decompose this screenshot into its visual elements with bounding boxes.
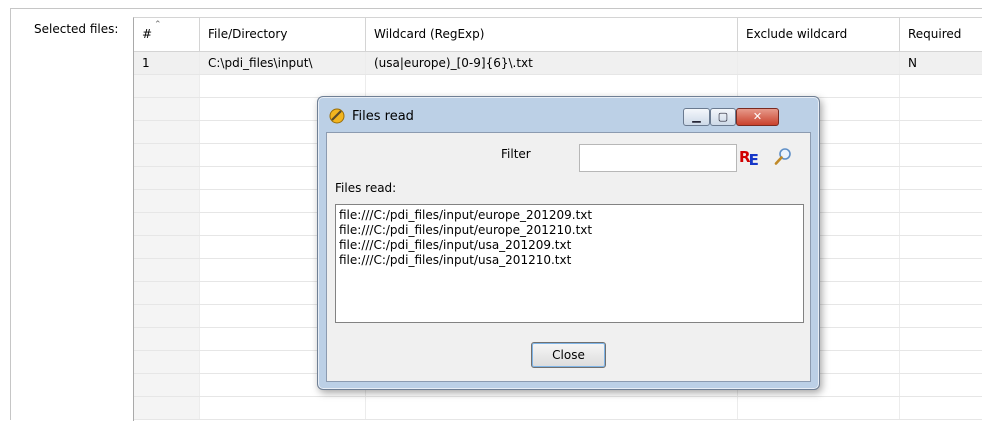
table-row[interactable]: 1 C:\pdi_files\input\ (usa|europe)_[0-9]… — [134, 52, 982, 75]
column-header-wildcard[interactable]: Wildcard (RegExp) — [366, 18, 738, 51]
empty-cell — [900, 328, 982, 350]
column-header-label: Wildcard (RegExp) — [374, 27, 485, 41]
column-header-label: Required — [908, 27, 962, 41]
empty-table-row — [134, 75, 982, 98]
empty-cell — [134, 282, 200, 304]
list-item[interactable]: file:///C:/pdi_files/input/usa_201210.tx… — [339, 253, 803, 268]
filter-label: Filter — [501, 147, 531, 161]
empty-cell — [900, 190, 982, 212]
close-icon: ✕ — [752, 110, 763, 123]
panel-top-border — [10, 8, 982, 9]
list-item[interactable]: file:///C:/pdi_files/input/europe_201209… — [339, 208, 803, 223]
empty-cell — [134, 213, 200, 235]
column-header-exclude-wildcard[interactable]: Exclude wildcard — [738, 18, 900, 51]
empty-cell — [900, 351, 982, 373]
empty-cell — [134, 121, 200, 143]
list-item[interactable]: file:///C:/pdi_files/input/europe_201210… — [339, 223, 803, 238]
empty-cell — [134, 190, 200, 212]
empty-cell — [900, 144, 982, 166]
empty-cell — [366, 75, 738, 97]
empty-cell — [134, 75, 200, 97]
minimize-icon: ▁ — [692, 110, 701, 123]
empty-cell — [900, 305, 982, 327]
regex-icon-e: E — [748, 151, 759, 169]
column-header-label: # — [142, 27, 153, 41]
empty-cell — [134, 144, 200, 166]
file-directory-cell[interactable]: C:\pdi_files\input\ — [200, 52, 366, 74]
empty-cell — [134, 167, 200, 189]
wildcard-cell[interactable]: (usa|europe)_[0-9]{6}\.txt — [366, 52, 738, 74]
empty-cell — [134, 98, 200, 120]
close-window-button[interactable]: ✕ — [736, 108, 779, 126]
column-header-file-directory[interactable]: File/Directory — [200, 18, 366, 51]
empty-cell — [900, 397, 982, 419]
empty-cell — [134, 236, 200, 258]
exclude-wildcard-cell[interactable] — [738, 52, 900, 74]
sort-ascending-icon: ⌃ — [154, 20, 162, 30]
empty-cell — [900, 121, 982, 143]
empty-cell — [134, 259, 200, 281]
files-read-list[interactable]: file:///C:/pdi_files/input/europe_201209… — [335, 204, 804, 323]
minimize-button[interactable]: ▁ — [683, 108, 710, 126]
empty-cell — [200, 75, 366, 97]
selected-files-label: Selected files: — [34, 22, 119, 36]
empty-cell — [900, 259, 982, 281]
spoon-icon — [329, 108, 345, 124]
empty-cell — [366, 397, 738, 419]
empty-cell — [134, 328, 200, 350]
filter-input[interactable] — [579, 144, 737, 172]
files-read-label: Files read: — [335, 181, 397, 195]
empty-cell — [900, 236, 982, 258]
empty-cell — [134, 305, 200, 327]
required-cell[interactable]: N — [900, 52, 982, 74]
empty-cell — [900, 374, 982, 396]
maximize-button[interactable]: ▢ — [710, 108, 736, 126]
empty-cell — [900, 282, 982, 304]
empty-cell — [738, 397, 900, 419]
empty-cell — [200, 397, 366, 419]
empty-cell — [134, 351, 200, 373]
close-button[interactable]: Close — [531, 342, 606, 368]
row-number-cell: 1 — [134, 52, 200, 74]
files-read-dialog[interactable]: Files read ▁ ▢ ✕ Filter RE Files read: f… — [317, 96, 820, 390]
column-header-number[interactable]: # ⌃ — [134, 18, 200, 51]
regex-icon-r: R — [739, 148, 750, 166]
dialog-body: Filter RE Files read: file:///C:/pdi_fil… — [326, 132, 811, 382]
search-icon[interactable] — [773, 147, 793, 167]
column-header-label: Exclude wildcard — [746, 27, 848, 41]
table-header: # ⌃ File/Directory Wildcard (RegExp) Exc… — [134, 18, 982, 52]
empty-cell — [134, 397, 200, 419]
empty-cell — [900, 75, 982, 97]
empty-table-row — [134, 397, 982, 420]
empty-cell — [900, 98, 982, 120]
dialog-title: Files read — [352, 109, 414, 124]
column-header-label: File/Directory — [208, 27, 288, 41]
empty-cell — [738, 75, 900, 97]
list-item[interactable]: file:///C:/pdi_files/input/usa_201209.tx… — [339, 238, 803, 253]
column-header-required[interactable]: Required — [900, 18, 982, 51]
empty-cell — [900, 213, 982, 235]
maximize-icon: ▢ — [717, 110, 729, 123]
empty-cell — [900, 167, 982, 189]
panel-left-border — [10, 8, 11, 420]
regex-icon[interactable]: RE — [739, 148, 759, 169]
empty-cell — [134, 374, 200, 396]
